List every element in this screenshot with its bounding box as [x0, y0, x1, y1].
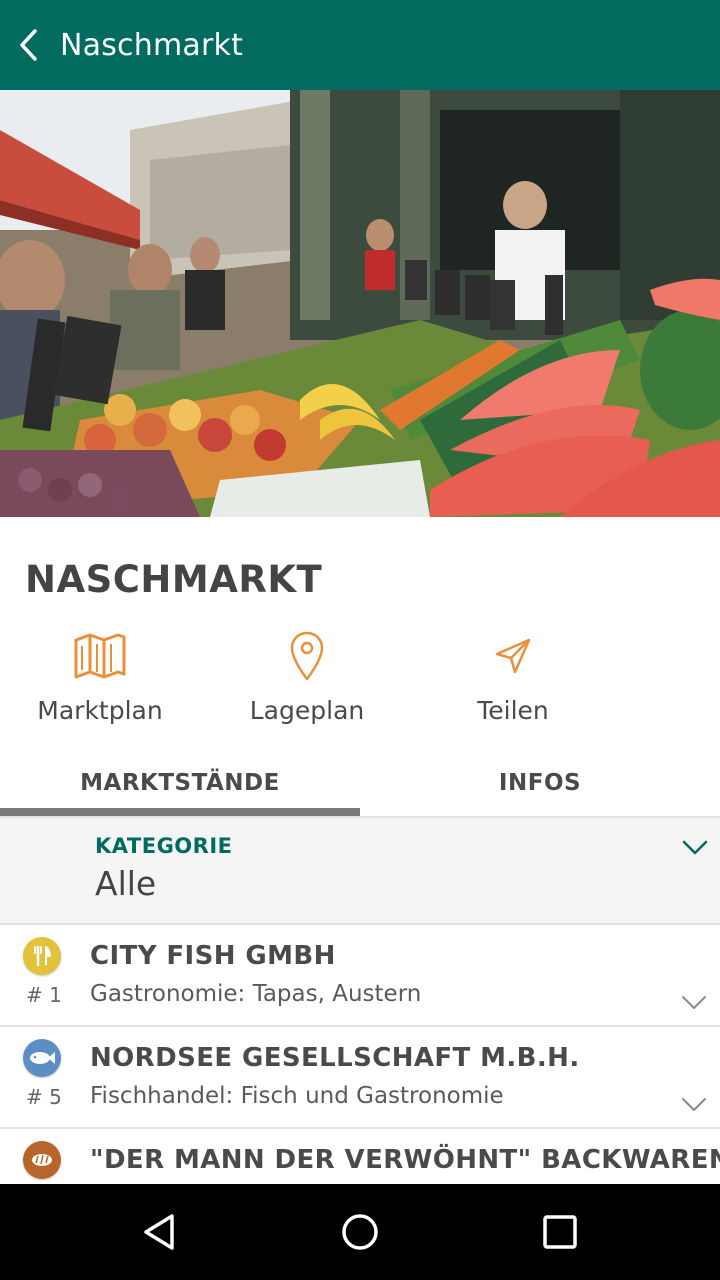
- teilen-label: Teilen: [477, 696, 549, 725]
- stall-list: # 1 CITY FISH GMBH Gastronomie: Tapas, A…: [0, 925, 720, 1184]
- teilen-button[interactable]: Teilen: [413, 626, 613, 736]
- chevron-left-icon: [20, 29, 37, 61]
- list-item[interactable]: # 5 NORDSEE GESELLSCHAFT M.B.H. Fischhan…: [0, 1027, 720, 1129]
- action-row: Marktplan Lageplan Teilen: [0, 626, 720, 736]
- lageplan-button[interactable]: Lageplan: [207, 626, 407, 736]
- send-icon: [495, 638, 531, 674]
- app-bar: Naschmarkt: [0, 0, 720, 90]
- chevron-down-icon[interactable]: [680, 993, 708, 1013]
- stall-number: # 5: [26, 1085, 62, 1109]
- list-item[interactable]: # 1 CITY FISH GMBH Gastronomie: Tapas, A…: [0, 925, 720, 1027]
- system-nav-bar: [0, 1184, 720, 1280]
- stall-category: Gastronomie: Tapas, Austern: [90, 981, 422, 1007]
- tab-infos[interactable]: INFOS: [360, 758, 720, 816]
- category-value: Alle: [95, 864, 157, 903]
- circle-home-icon: [342, 1214, 378, 1250]
- active-tab-indicator: [0, 808, 360, 816]
- market-photo: [0, 90, 720, 517]
- category-filter[interactable]: KATEGORIE Alle: [0, 818, 720, 925]
- stall-name: NORDSEE GESELLSCHAFT M.B.H.: [90, 1043, 580, 1073]
- chevron-down-icon[interactable]: [680, 836, 710, 860]
- stall-name: CITY FISH GMBH: [90, 941, 336, 971]
- marktplan-button[interactable]: Marktplan: [0, 626, 200, 736]
- list-item[interactable]: "DER MANN DER VERWÖHNT" BACKWAREN: [0, 1129, 720, 1184]
- location-pin-icon: [290, 631, 324, 681]
- back-button[interactable]: [6, 21, 54, 69]
- category-label: KATEGORIE: [95, 834, 233, 858]
- marktplan-label: Marktplan: [37, 696, 163, 725]
- chevron-down-icon[interactable]: [680, 1095, 708, 1115]
- fork-knife-icon: [23, 937, 61, 975]
- bread-icon: [23, 1141, 61, 1179]
- nav-home-button[interactable]: [336, 1208, 384, 1256]
- nav-back-button[interactable]: [136, 1208, 184, 1256]
- lageplan-label: Lageplan: [249, 696, 365, 725]
- stall-number: # 1: [26, 983, 62, 1007]
- stall-name: "DER MANN DER VERWÖHNT" BACKWAREN: [90, 1145, 720, 1175]
- map-icon: [74, 633, 126, 679]
- stall-category: Fischhandel: Fisch und Gastronomie: [90, 1083, 504, 1109]
- triangle-back-icon: [144, 1214, 174, 1250]
- nav-recents-button[interactable]: [536, 1208, 584, 1256]
- market-title: NASCHMARKT: [25, 558, 323, 601]
- app-bar-title: Naschmarkt: [60, 27, 244, 63]
- square-recents-icon: [543, 1215, 577, 1249]
- fish-icon: [23, 1039, 61, 1077]
